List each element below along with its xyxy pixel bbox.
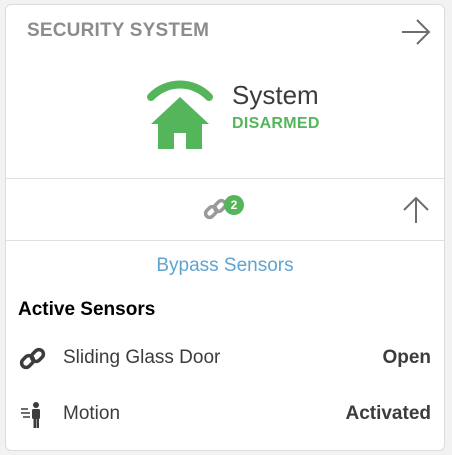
divider — [6, 178, 444, 179]
sensor-name: Motion — [63, 403, 121, 424]
card-header: SECURITY SYSTEM — [6, 5, 444, 53]
sensor-name: Sliding Glass Door — [63, 347, 221, 368]
arrow-right-icon — [402, 19, 431, 45]
system-status: System DISARMED — [6, 53, 444, 178]
system-label: System — [232, 80, 319, 110]
bypass-count-badge: 2 — [224, 195, 244, 215]
bypass-sensors-link[interactable]: Bypass Sensors — [6, 255, 444, 277]
card-title: SECURITY SYSTEM — [27, 20, 210, 41]
list-item[interactable]: Motion Activated — [6, 395, 444, 435]
motion-person-icon — [21, 402, 40, 428]
active-sensors-title: Active Sensors — [18, 299, 156, 320]
sensor-status: Open — [382, 347, 431, 368]
list-item[interactable]: Sliding Glass Door Open — [6, 339, 444, 379]
divider — [6, 240, 444, 241]
link-icon — [19, 347, 46, 370]
house-wifi-icon — [147, 80, 213, 149]
collapse-button[interactable] — [401, 195, 431, 225]
sensor-status: Activated — [345, 403, 431, 424]
system-state-badge: DISARMED — [232, 115, 320, 132]
arrow-up-icon — [403, 196, 429, 223]
security-system-card: SECURITY SYSTEM System DISARMED 2 Bypass… — [5, 4, 445, 451]
sensor-summary-bar: 2 — [6, 180, 444, 240]
open-details-button[interactable] — [399, 17, 433, 47]
